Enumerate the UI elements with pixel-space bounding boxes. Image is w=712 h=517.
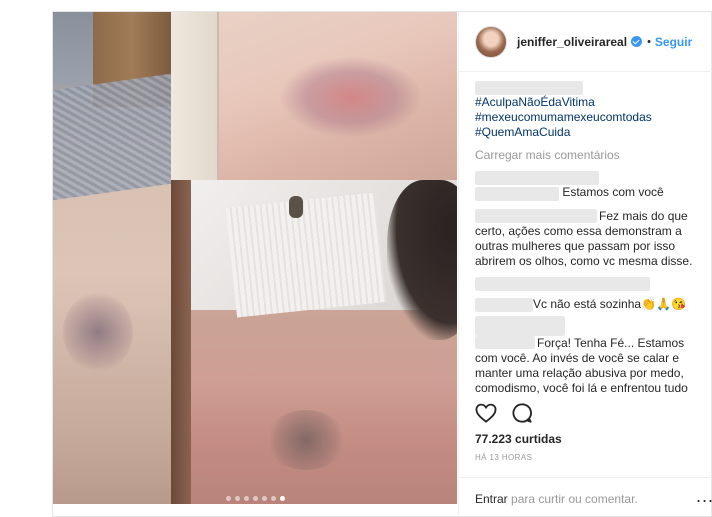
comment-item <box>475 276 705 291</box>
more-options-icon[interactable]: ... <box>696 486 712 507</box>
hashtag-link[interactable]: #AculpaNãoÉdaVitima <box>475 95 595 109</box>
carousel-indicator <box>53 496 457 501</box>
carousel-dot[interactable] <box>252 496 258 501</box>
photo-bruised-arm <box>171 12 457 180</box>
post-caption: #AculpaNãoÉdaVitima #mexeucomumamexeucom… <box>475 80 705 140</box>
carousel-dot[interactable] <box>234 496 240 501</box>
carousel-dot[interactable] <box>270 496 276 501</box>
post-header: jeniffer_oliveirareal • Seguir <box>459 12 712 72</box>
redacted-username <box>475 316 565 336</box>
photo-carousel[interactable] <box>53 12 457 504</box>
redacted-username <box>475 187 559 201</box>
hashtag-link[interactable]: #QuemAmaCuida <box>475 125 570 139</box>
comment-text: Vc não está sozinha👏🙏😘 <box>533 297 686 311</box>
username-link[interactable]: jeniffer_oliveirareal <box>517 35 627 49</box>
comment-footer: Entrar para curtir ou comentar. ... <box>459 477 712 517</box>
comment-text: Estamos com você <box>562 185 664 200</box>
post-side-panel: jeniffer_oliveirareal • Seguir #AculpaNã… <box>458 12 712 517</box>
login-prompt-text: para curtir ou comentar. <box>507 492 638 506</box>
comment-item: Fez mais do que certo, ações como essa d… <box>475 209 705 269</box>
carousel-dot-active[interactable] <box>279 496 285 501</box>
redacted-username <box>475 297 533 312</box>
verified-badge-icon <box>631 36 643 47</box>
comment-item: Força! Tenha Fé... Estamos com você. Ao … <box>475 316 705 396</box>
likes-count[interactable]: 77.223 curtidas <box>475 432 562 446</box>
login-link[interactable]: Entrar <box>475 492 508 506</box>
heart-icon[interactable] <box>475 403 497 423</box>
post-actions <box>475 402 533 424</box>
comment-item: Vc não está sozinha👏🙏😘 <box>475 297 705 312</box>
login-prompt: Entrar para curtir ou comentar. <box>475 492 638 506</box>
post-timestamp: HÁ 13 HORAS <box>475 453 533 462</box>
load-more-comments-link[interactable]: Carregar mais comentários <box>475 148 705 163</box>
photo-bruised-leg <box>53 12 171 504</box>
comments-list: #AculpaNãoÉdaVitima #mexeucomumamexeucom… <box>475 80 705 395</box>
redacted-username <box>475 209 597 223</box>
follow-button[interactable]: Seguir <box>655 35 692 49</box>
carousel-dot[interactable] <box>225 496 231 501</box>
comment-icon[interactable] <box>511 402 533 424</box>
redacted-text <box>475 80 583 95</box>
redacted-username <box>475 170 599 185</box>
instagram-post: jeniffer_oliveirareal • Seguir #AculpaNã… <box>52 11 712 517</box>
hashtag-link[interactable]: #mexeucomumamexeucomtodas <box>475 110 652 124</box>
carousel-dot[interactable] <box>243 496 249 501</box>
carousel-dot[interactable] <box>261 496 267 501</box>
avatar[interactable] <box>475 25 507 58</box>
separator-dot: • <box>647 35 651 48</box>
comment-item: Estamos com você <box>475 170 705 201</box>
redacted-text <box>475 276 650 291</box>
redacted-username <box>475 336 535 349</box>
photo-bruised-arm-bathroom <box>171 180 457 504</box>
